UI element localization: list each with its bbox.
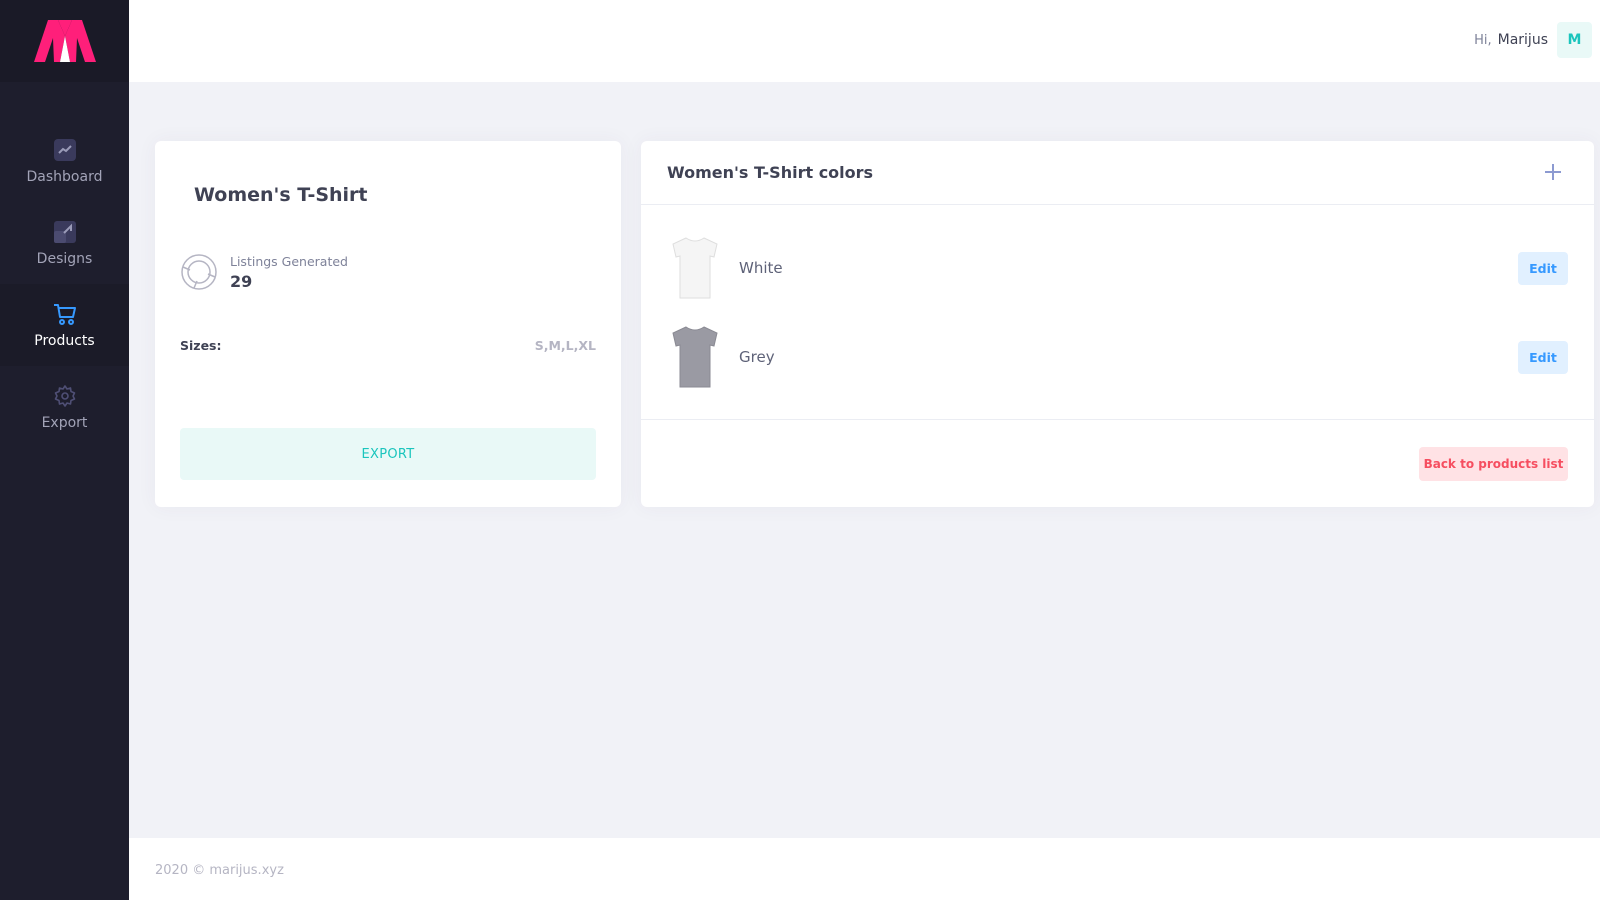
footer: 2020 © marijus.xyz bbox=[129, 838, 1600, 900]
greeting: Hi, bbox=[1474, 32, 1492, 48]
sidebar-item-designs[interactable]: Designs bbox=[0, 202, 129, 284]
user-menu[interactable]: Hi, Marijus M bbox=[1474, 22, 1592, 58]
user-name: Marijus bbox=[1497, 32, 1548, 48]
brand[interactable] bbox=[0, 0, 129, 82]
listings-stat: Listings Generated 29 bbox=[180, 253, 348, 291]
chart-icon bbox=[52, 137, 78, 163]
edit-grey-button[interactable]: Edit bbox=[1518, 340, 1568, 374]
sizes-label: Sizes: bbox=[180, 338, 222, 353]
sizes-value: S,M,L,XL bbox=[534, 338, 596, 353]
listings-icon bbox=[180, 253, 218, 291]
color-name: White bbox=[739, 259, 783, 277]
sidebar-item-label: Designs bbox=[36, 251, 93, 267]
plus-icon[interactable] bbox=[1542, 161, 1564, 183]
white-tshirt-thumbnail bbox=[667, 233, 723, 303]
colors-card-header: Women's T-Shirt colors bbox=[641, 141, 1594, 205]
sidebar-item-label: Products bbox=[34, 333, 95, 349]
sidebar: Dashboard Designs Products Export bbox=[0, 0, 129, 900]
designs-icon bbox=[52, 219, 78, 245]
back-to-products-button[interactable]: Back to products list bbox=[1419, 447, 1568, 481]
color-row-grey: Grey Edit bbox=[667, 319, 1568, 395]
product-colors-card: Women's T-Shirt colors White Edit Grey E… bbox=[641, 141, 1594, 507]
sidebar-item-label: Export bbox=[41, 415, 88, 431]
listings-value: 29 bbox=[230, 271, 253, 291]
sidebar-item-label: Dashboard bbox=[26, 169, 103, 185]
cart-icon bbox=[52, 301, 78, 327]
avatar[interactable]: M bbox=[1557, 22, 1592, 58]
footer-copyright: 2020 © marijus.xyz bbox=[155, 863, 284, 878]
gear-icon bbox=[52, 383, 78, 409]
sidebar-item-dashboard[interactable]: Dashboard bbox=[0, 120, 129, 202]
sidebar-item-export[interactable]: Export bbox=[0, 366, 129, 448]
sidebar-nav: Dashboard Designs Products Export bbox=[0, 82, 129, 448]
edit-white-button[interactable]: Edit bbox=[1518, 251, 1568, 285]
export-button[interactable]: EXPORT bbox=[180, 428, 596, 480]
m-logo-icon bbox=[33, 20, 96, 62]
product-summary-card: Women's T-Shirt Listings Generated 29 Si… bbox=[155, 141, 621, 507]
color-name: Grey bbox=[739, 348, 775, 366]
top-header: Hi, Marijus M bbox=[129, 0, 1600, 82]
grey-tshirt-thumbnail bbox=[667, 322, 723, 392]
sidebar-item-products[interactable]: Products bbox=[0, 284, 129, 366]
colors-title: Women's T-Shirt colors bbox=[667, 163, 874, 182]
color-row-white: White Edit bbox=[667, 230, 1568, 306]
listings-label: Listings Generated bbox=[230, 253, 348, 269]
sizes-row: Sizes: S,M,L,XL bbox=[180, 338, 596, 353]
divider bbox=[641, 419, 1594, 420]
product-title: Women's T-Shirt bbox=[194, 184, 368, 206]
